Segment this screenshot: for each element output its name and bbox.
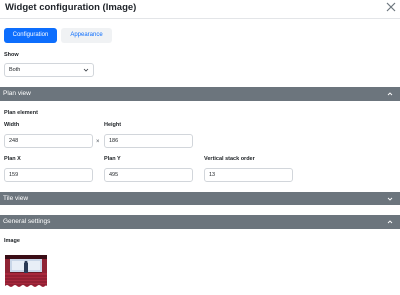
- tab-configuration[interactable]: Configuration: [4, 28, 57, 43]
- stack-order-label: Vertical stack order: [204, 156, 255, 162]
- show-select[interactable]: Both: [4, 63, 94, 77]
- width-label: Width: [4, 122, 20, 128]
- plan-view-header[interactable]: Plan view: [0, 87, 400, 101]
- thumbnail-wave-border: [5, 285, 47, 288]
- chevron-down-icon: [83, 68, 89, 72]
- height-input[interactable]: 186: [104, 134, 193, 148]
- general-settings-header[interactable]: General settings: [0, 215, 400, 229]
- plan-x-input[interactable]: 159: [4, 168, 93, 182]
- plan-y-label: Plan Y: [104, 156, 121, 162]
- plan-x-label: Plan X: [4, 156, 21, 162]
- plan-element-label: Plan element: [4, 110, 38, 116]
- dialog-title: Widget configuration (Image): [5, 2, 137, 13]
- chevron-up-icon: [387, 92, 393, 96]
- tab-appearance[interactable]: Appearance: [61, 28, 112, 43]
- tile-view-header[interactable]: Tile view: [0, 192, 400, 205]
- times-sign: ×: [96, 139, 100, 145]
- chevron-down-icon: [387, 197, 393, 201]
- show-select-value: Both: [9, 67, 21, 73]
- close-icon[interactable]: [385, 1, 397, 13]
- dialog-header: Widget configuration (Image): [0, 0, 400, 19]
- tile-view-title: Tile view: [3, 195, 29, 202]
- image-label: Image: [4, 238, 20, 244]
- plan-y-input[interactable]: 495: [104, 168, 193, 182]
- general-settings-title: General settings: [3, 218, 51, 225]
- width-input[interactable]: 248: [4, 134, 93, 148]
- chevron-up-icon: [387, 220, 393, 224]
- stack-order-input[interactable]: 13: [204, 168, 293, 182]
- plan-view-title: Plan view: [3, 90, 31, 97]
- height-label: Height: [104, 122, 122, 128]
- show-label: Show: [4, 52, 19, 58]
- image-thumbnail[interactable]: [5, 255, 47, 288]
